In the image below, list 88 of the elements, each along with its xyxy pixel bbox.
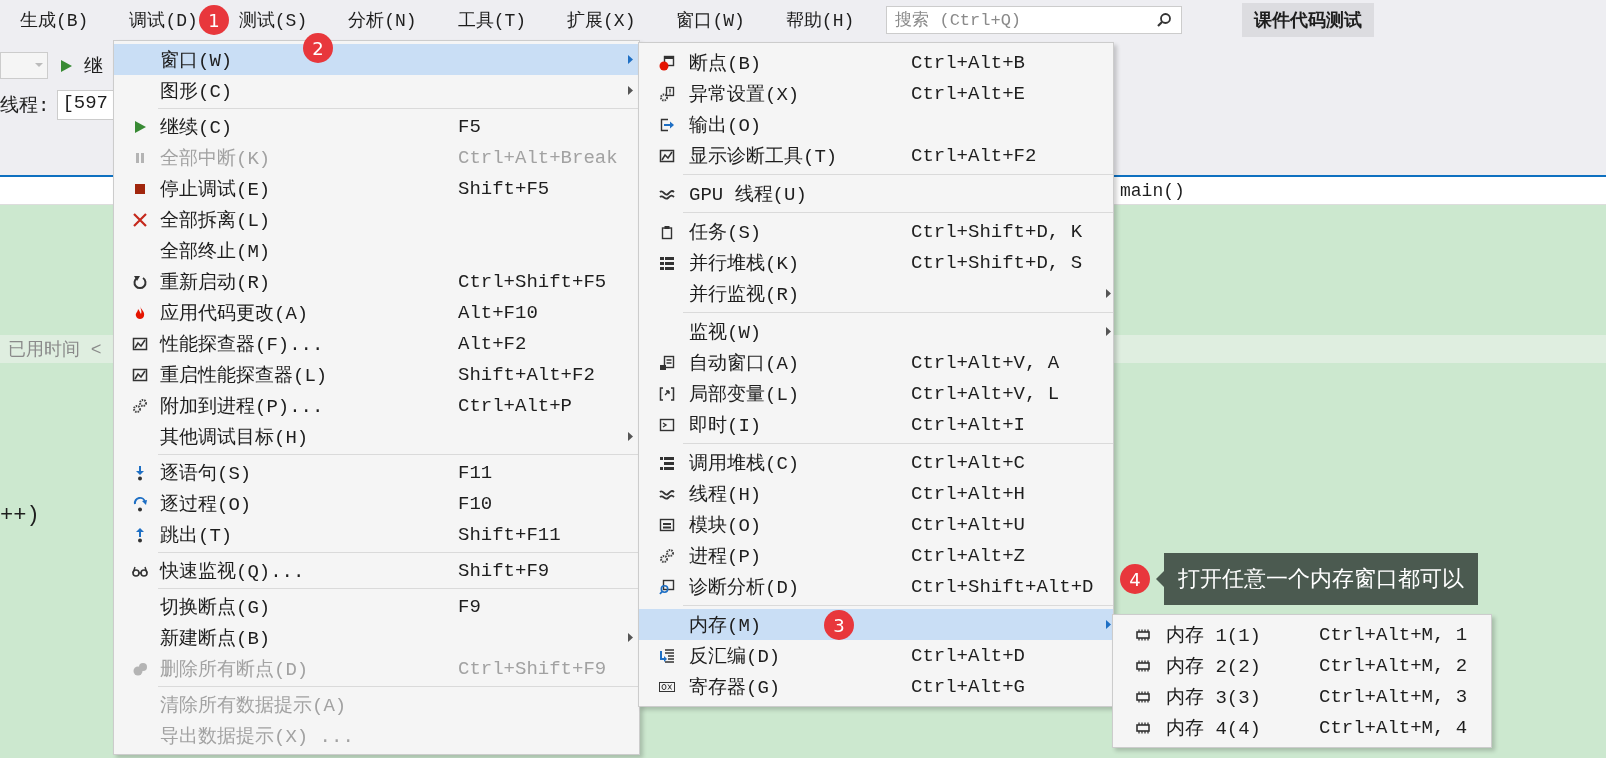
menu-item[interactable]: 逐语句(S) F11 <box>114 457 639 488</box>
step-badge: 4 <box>1120 564 1150 594</box>
caret-icon <box>35 63 43 68</box>
title-button[interactable]: 课件代码测试 <box>1242 3 1375 37</box>
gears-icon <box>132 397 148 414</box>
console-icon <box>659 416 675 433</box>
menu-item[interactable]: 监视(W) <box>639 316 1113 347</box>
menu-bar-item[interactable]: 工具(T) <box>454 4 530 36</box>
menu-bar-item[interactable]: 测试(S) <box>235 4 311 36</box>
submenu-arrow-icon <box>628 633 633 642</box>
curved-arrow-icon <box>132 495 148 512</box>
menu-item[interactable]: 重新启动(R) Ctrl+Shift+F5 <box>114 266 639 297</box>
chart-icon <box>659 147 675 164</box>
exception-icon <box>659 85 675 102</box>
menu-item[interactable]: 诊断分析(D) Ctrl+Shift+Alt+D <box>639 571 1113 602</box>
menu-bar-item[interactable]: 窗口(W) <box>673 4 748 36</box>
menu-item[interactable]: 内存 4(4) Ctrl+Alt+M, 4 <box>1113 712 1491 743</box>
thread-label: 线程: <box>0 93 50 118</box>
menu-item[interactable]: 反汇编(D) Ctrl+Alt+D <box>639 640 1113 671</box>
menu-item[interactable]: 内存 3(3) Ctrl+Alt+M, 3 <box>1113 681 1491 712</box>
menu-item[interactable]: 调用堆栈(C) Ctrl+Alt+C <box>639 447 1113 478</box>
document-icon <box>659 354 675 371</box>
dropdown[interactable] <box>0 52 48 79</box>
brackets-icon <box>659 385 675 402</box>
menu-item[interactable]: 并行监视(R) <box>639 278 1113 309</box>
play-icon <box>132 118 148 135</box>
menu-item[interactable]: 重启性能探查器(L) Shift+Alt+F2 <box>114 359 639 390</box>
elapsed-time-label: 已用时间 < <box>8 339 102 361</box>
menu-item[interactable]: 快速监视(Q)... Shift+F9 <box>114 555 639 586</box>
code-line: ++) <box>0 503 40 528</box>
callout-bubble: 打开任意一个内存窗口都可以 <box>1164 553 1478 605</box>
menu-item[interactable]: 新建断点(B) <box>114 622 639 653</box>
list-icon <box>659 254 675 271</box>
menu-item[interactable]: 应用代码更改(A) Alt+F10 <box>114 297 639 328</box>
menu-item[interactable]: 全部拆离(L) <box>114 204 639 235</box>
menu-item[interactable]: 任务(S) Ctrl+Shift+D, K <box>639 216 1113 247</box>
menu-item[interactable]: 输出(O) <box>639 109 1113 140</box>
menu-item[interactable]: 内存 2(2) Ctrl+Alt+M, 2 <box>1113 650 1491 681</box>
menu-item[interactable]: 逐过程(O) F10 <box>114 488 639 519</box>
menu-item[interactable]: 局部变量(L) Ctrl+Alt+V, L <box>639 378 1113 409</box>
menu-bar-item[interactable]: 调试(D) <box>126 4 201 36</box>
submenu-arrow-icon <box>628 55 633 64</box>
circles-icon <box>132 660 148 677</box>
menu-item[interactable]: 附加到进程(P)... Ctrl+Alt+P <box>114 390 639 421</box>
menu-item[interactable]: 性能探查器(F)... Alt+F2 <box>114 328 639 359</box>
restart-icon <box>132 273 148 290</box>
menu-bar-item[interactable]: 生成(B) <box>17 4 92 36</box>
menu-item[interactable]: 停止调试(E) Shift+F5 <box>114 173 639 204</box>
menu-item[interactable]: 自动窗口(A) Ctrl+Alt+V, A <box>639 347 1113 378</box>
diagnostic-search-icon <box>659 578 675 595</box>
menu-bar-item[interactable]: 分析(N) <box>345 4 420 36</box>
menu-item[interactable]: 并行堆栈(K) Ctrl+Shift+D, S <box>639 247 1113 278</box>
clipboard-icon <box>659 223 675 240</box>
function-name[interactable]: main() <box>1120 180 1185 201</box>
menu-item[interactable]: 全部终止(M) <box>114 235 639 266</box>
submenu-arrow-icon <box>628 86 633 95</box>
submenu-arrow-icon <box>1106 289 1111 298</box>
chart-icon <box>132 335 148 352</box>
menu-item[interactable]: 显示诊断工具(T) Ctrl+Alt+F2 <box>639 140 1113 171</box>
menu-bar-item[interactable]: 扩展(X) <box>564 4 639 36</box>
continue-label[interactable]: 继 <box>84 52 103 79</box>
menu-item[interactable]: 切换断点(G) F9 <box>114 591 639 622</box>
chart-icon <box>132 366 148 383</box>
breakpoint-icon <box>659 54 675 71</box>
menu-item[interactable]: 寄存器(G) Ctrl+Alt+G <box>639 671 1113 702</box>
disassembly-icon <box>659 647 675 664</box>
menu-item[interactable]: 进程(P) Ctrl+Alt+Z <box>639 540 1113 571</box>
menu-item[interactable]: 其他调试目标(H) <box>114 421 639 452</box>
search-icon <box>1156 12 1173 28</box>
window-icon <box>659 516 675 533</box>
menu-item[interactable]: 模块(O) Ctrl+Alt+U <box>639 509 1113 540</box>
search-field[interactable]: 搜索 (Ctrl+Q) <box>886 6 1183 34</box>
menu-item[interactable]: 跳出(T) Shift+F11 <box>114 519 639 550</box>
gears-icon <box>659 547 675 564</box>
output-icon <box>659 116 675 133</box>
menu-item[interactable]: 断点(B) Ctrl+Alt+B <box>639 47 1113 78</box>
menu-item[interactable]: 异常设置(X) Ctrl+Alt+E <box>639 78 1113 109</box>
menu-item[interactable]: 即时(I) Ctrl+Alt+I <box>639 409 1113 440</box>
list-icon <box>659 454 675 471</box>
submenu-arrow-icon <box>1106 620 1111 629</box>
play-icon <box>58 57 74 74</box>
submenu-arrow-icon <box>1106 327 1111 336</box>
cross-icon <box>132 211 148 228</box>
menu-item[interactable]: 内存 1(1) Ctrl+Alt+M, 1 <box>1113 619 1491 650</box>
menu-item[interactable]: GPU 线程(U) <box>639 178 1113 209</box>
submenu-arrow-icon <box>628 432 633 441</box>
menu-bar-item[interactable]: 帮助(H) <box>782 4 858 36</box>
menu-item[interactable]: 线程(H) Ctrl+Alt+H <box>639 478 1113 509</box>
